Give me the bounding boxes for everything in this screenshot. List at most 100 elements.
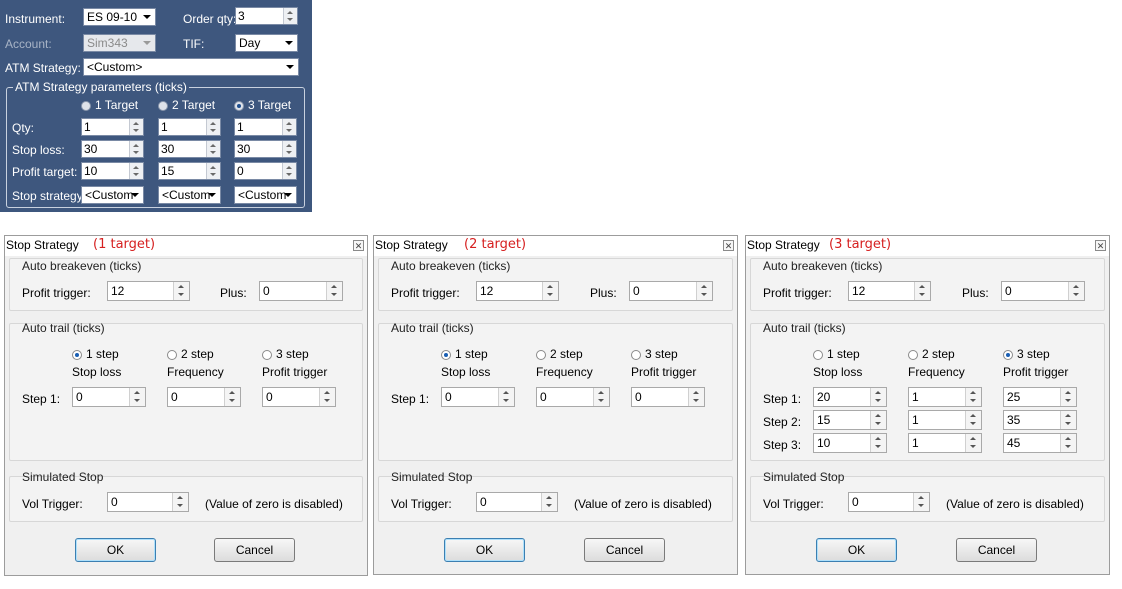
stop-loss-spinner-3[interactable]: 30 (234, 140, 297, 158)
spinner-buttons[interactable] (319, 388, 335, 406)
tif-select[interactable]: Day (235, 34, 298, 52)
qty-spinner-2[interactable]: 1 (158, 118, 221, 136)
spinner-buttons[interactable] (283, 8, 297, 24)
step-1-spinner-3[interactable]: 25 (1003, 387, 1077, 407)
step-radio-2[interactable]: 2 step (536, 347, 583, 361)
spinner-buttons[interactable] (965, 411, 981, 429)
spinner-buttons[interactable] (129, 141, 143, 157)
step-1-spinner-3[interactable]: 0 (631, 387, 705, 407)
plus-spinner[interactable]: 0 (629, 281, 713, 301)
stop-strategy-select-1[interactable]: <Custom (81, 186, 144, 204)
cancel-button[interactable]: Cancel (956, 538, 1037, 562)
qty-spinner-1[interactable]: 1 (81, 118, 144, 136)
spinner-buttons[interactable] (688, 388, 704, 406)
stop-strategy-select-2[interactable]: <Custom (158, 186, 221, 204)
profit-trigger-spinner[interactable]: 12 (107, 281, 190, 301)
spinner-buttons[interactable] (129, 388, 145, 406)
vol-trigger-label: Vol Trigger: (391, 497, 452, 511)
close-icon[interactable]: ✕ (1095, 240, 1106, 251)
profit-trigger-spinner[interactable]: 12 (848, 281, 931, 301)
target-radio-3[interactable]: 3 Target (234, 98, 291, 112)
spinner-buttons[interactable] (870, 411, 886, 429)
spinner-buttons[interactable] (1068, 282, 1084, 300)
stop-loss-spinner-2[interactable]: 30 (158, 140, 221, 158)
profit-target-spinner-3[interactable]: 0 (234, 162, 297, 180)
step-radio-2[interactable]: 2 step (908, 347, 955, 361)
step-1-spinner-3[interactable]: 0 (262, 387, 336, 407)
step-3-spinner-1[interactable]: 10 (813, 433, 887, 453)
spinner-buttons[interactable] (172, 493, 188, 511)
spinner-buttons[interactable] (129, 163, 143, 179)
vol-trigger-spinner[interactable]: 0 (107, 492, 189, 512)
order-qty-spinner[interactable]: 3 (235, 7, 298, 25)
spinner-buttons[interactable] (282, 141, 296, 157)
spinner-buttons[interactable] (870, 434, 886, 452)
spinner-buttons[interactable] (282, 119, 296, 135)
stop-strategy-dialog: Stop Strategy (3 target) ✕ Auto breakeven (… (745, 235, 1110, 575)
step-1-spinner-1[interactable]: 20 (813, 387, 887, 407)
arrow-down-icon (1073, 293, 1079, 296)
step-2-spinner-2[interactable]: 1 (908, 410, 982, 430)
profit-target-spinner-2[interactable]: 15 (158, 162, 221, 180)
target-radio-1[interactable]: 1 Target (81, 98, 138, 112)
step-3-spinner-3[interactable]: 45 (1003, 433, 1077, 453)
spinner-buttons[interactable] (129, 119, 143, 135)
vol-trigger-spinner[interactable]: 0 (476, 492, 558, 512)
step-radio-3[interactable]: 3 step (1003, 347, 1050, 361)
spinner-buttons[interactable] (542, 282, 558, 300)
spinner-buttons[interactable] (696, 282, 712, 300)
plus-spinner[interactable]: 0 (1001, 281, 1085, 301)
spinner-buttons[interactable] (326, 282, 342, 300)
step-3-spinner-2[interactable]: 1 (908, 433, 982, 453)
profit-trigger-spinner[interactable]: 12 (476, 281, 559, 301)
cancel-button[interactable]: Cancel (214, 538, 295, 562)
qty-spinner-3[interactable]: 1 (234, 118, 297, 136)
step-radio-3[interactable]: 3 step (262, 347, 309, 361)
close-icon[interactable]: ✕ (723, 240, 734, 251)
arrow-down-icon (970, 399, 976, 402)
spinner-buttons[interactable] (870, 388, 886, 406)
instrument-select[interactable]: ES 09-10 (83, 8, 156, 26)
step-2-spinner-1[interactable]: 15 (813, 410, 887, 430)
spinner-buttons[interactable] (913, 493, 929, 511)
step-radio-1[interactable]: 1 step (813, 347, 860, 361)
step-radio-3[interactable]: 3 step (631, 347, 678, 361)
step-1-spinner-2[interactable]: 1 (908, 387, 982, 407)
spinner-buttons[interactable] (1060, 434, 1076, 452)
spinner-buttons[interactable] (1060, 388, 1076, 406)
spinner-buttons[interactable] (206, 141, 220, 157)
spinner-buttons[interactable] (914, 282, 930, 300)
step-radio-1[interactable]: 1 step (441, 347, 488, 361)
spinner-buttons[interactable] (224, 388, 240, 406)
spinner-buttons[interactable] (593, 388, 609, 406)
close-icon[interactable]: ✕ (353, 240, 364, 251)
spinner-buttons[interactable] (282, 163, 296, 179)
spinner-buttons[interactable] (206, 119, 220, 135)
spinner-buttons[interactable] (173, 282, 189, 300)
stop-loss-spinner-1[interactable]: 30 (81, 140, 144, 158)
spinner-buttons[interactable] (965, 388, 981, 406)
step-radio-2[interactable]: 2 step (167, 347, 214, 361)
atm-strategy-select[interactable]: <Custom> (83, 58, 299, 76)
plus-spinner[interactable]: 0 (259, 281, 343, 301)
spinner-buttons[interactable] (498, 388, 514, 406)
stop-strategy-select-3[interactable]: <Custom (234, 186, 297, 204)
ok-button[interactable]: OK (816, 538, 897, 562)
step-1-spinner-1[interactable]: 0 (441, 387, 515, 407)
vol-trigger-spinner[interactable]: 0 (848, 492, 930, 512)
ok-button[interactable]: OK (444, 538, 525, 562)
step-1-spinner-1[interactable]: 0 (72, 387, 146, 407)
target-radio-2[interactable]: 2 Target (158, 98, 215, 112)
spinner-buttons[interactable] (206, 163, 220, 179)
arrow-up-icon (547, 285, 553, 288)
cancel-button[interactable]: Cancel (584, 538, 665, 562)
ok-button[interactable]: OK (75, 538, 156, 562)
spinner-buttons[interactable] (541, 493, 557, 511)
spinner-buttons[interactable] (965, 434, 981, 452)
profit-target-spinner-1[interactable]: 10 (81, 162, 144, 180)
step-2-spinner-3[interactable]: 35 (1003, 410, 1077, 430)
step-1-spinner-2[interactable]: 0 (536, 387, 610, 407)
step-1-spinner-2[interactable]: 0 (167, 387, 241, 407)
spinner-buttons[interactable] (1060, 411, 1076, 429)
step-radio-1[interactable]: 1 step (72, 347, 119, 361)
